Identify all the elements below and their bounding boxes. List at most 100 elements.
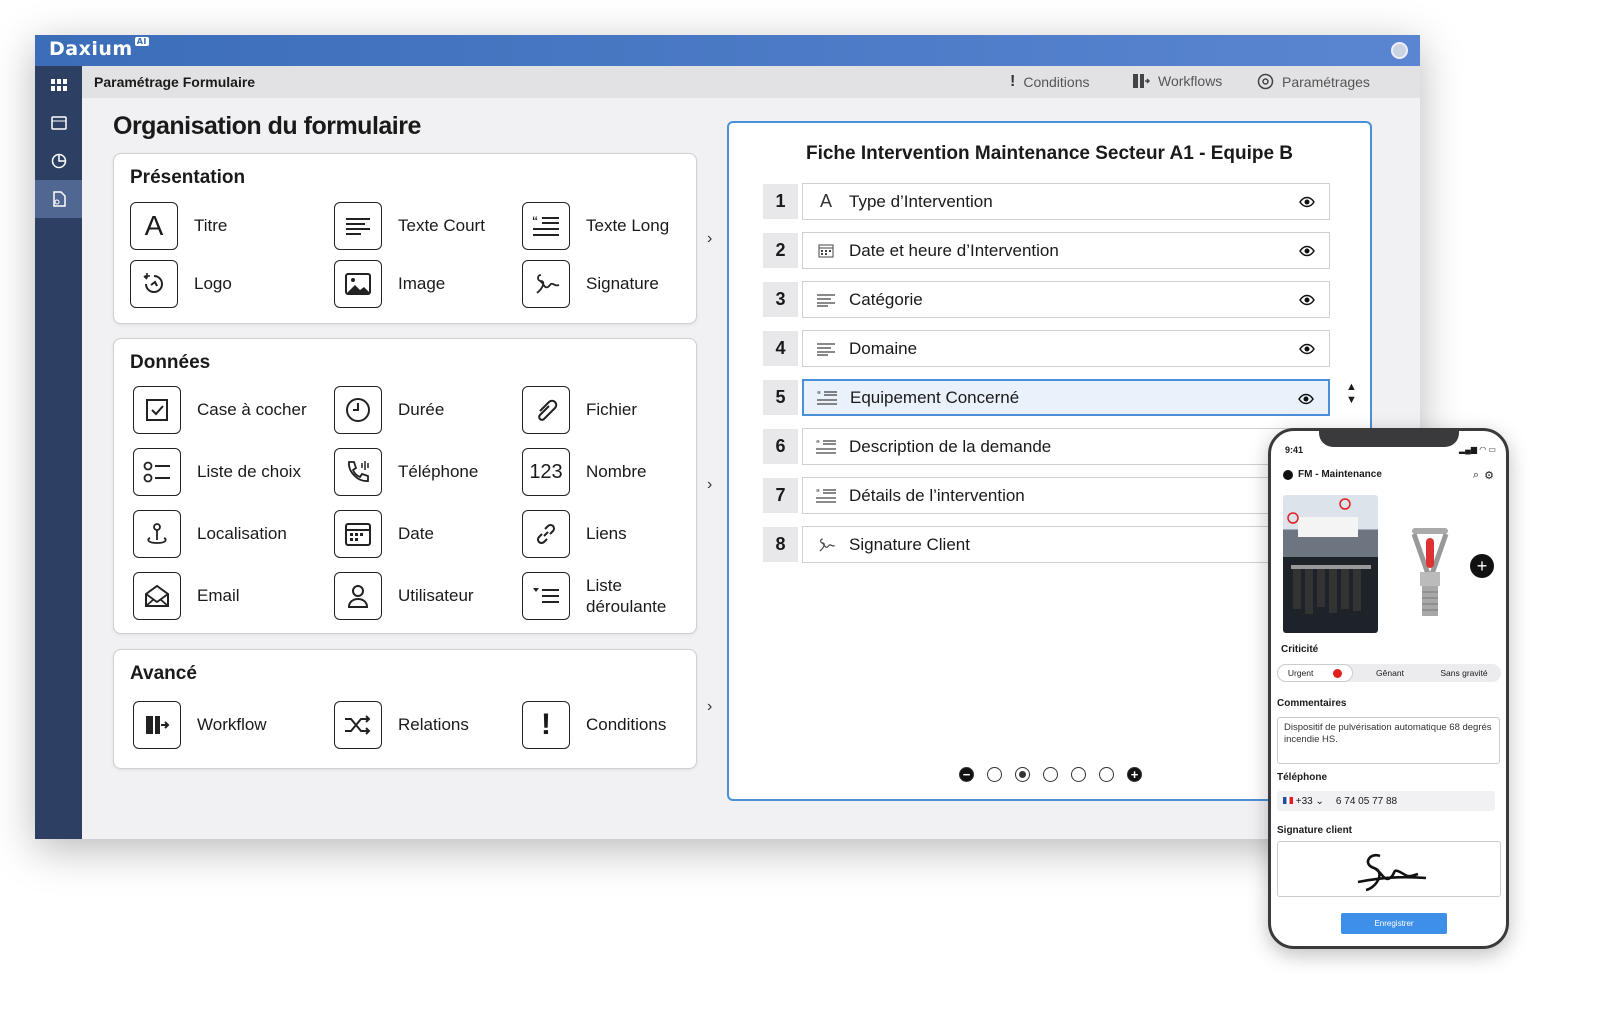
signature-drawing (1357, 853, 1427, 892)
criticite-label: Criticité (1281, 644, 1319, 655)
signature-pad[interactable] (1277, 841, 1501, 897)
expand-donnees-chevron-icon[interactable]: › (707, 476, 712, 494)
remove-page-button[interactable]: − (959, 767, 974, 782)
page-dot[interactable] (1099, 767, 1114, 782)
choice-list-icon (133, 448, 181, 496)
field-type-nombre[interactable]: 123 Nombre (522, 448, 646, 496)
field-type-liens[interactable]: Liens (522, 510, 627, 558)
eye-icon[interactable] (1298, 390, 1314, 410)
status-time: 9:41 (1285, 445, 1304, 455)
page-dot-selected[interactable] (1015, 767, 1030, 782)
phone-preview: 9:41 ▂▄▆ ◠ ▭ FM - Maintenance ⌕ ⚙ + Crit… (1268, 428, 1509, 949)
logo-icon (130, 260, 178, 308)
section-title: Avancé (130, 663, 197, 684)
field-type-signature[interactable]: Signature (522, 260, 659, 308)
page-dot[interactable] (1043, 767, 1058, 782)
reorder-arrows-icon[interactable]: ▲ ▼ (1346, 381, 1357, 407)
expand-avance-chevron-icon[interactable]: › (707, 698, 712, 716)
option-urgent[interactable]: Urgent (1277, 664, 1353, 682)
chart-nav-icon[interactable] (35, 142, 82, 180)
field-type-titre[interactable]: A Titre (130, 202, 227, 250)
phone-notch (1319, 431, 1459, 447)
search-icon[interactable]: ⌕ (1473, 469, 1479, 482)
eye-icon[interactable] (1299, 291, 1315, 311)
add-photo-button[interactable]: + (1470, 554, 1494, 578)
tab-parametrages[interactable]: Paramétrages (1257, 73, 1370, 90)
tab-conditions[interactable]: ! Conditions (1010, 73, 1089, 91)
apps-grid-icon[interactable] (35, 66, 82, 104)
letter-a-icon: A (130, 202, 178, 250)
field-type-liste-deroulante[interactable]: Liste déroulante (522, 572, 682, 620)
country-selector[interactable]: +33 ⌄ (1283, 796, 1324, 807)
shuffle-icon (334, 701, 382, 749)
field-type-telephone[interactable]: Téléphone (334, 448, 478, 496)
signature-label: Signature client (1277, 825, 1353, 836)
option-genant[interactable]: Gênant (1353, 668, 1427, 678)
field-type-texte-long[interactable]: “Texte Long (522, 202, 669, 250)
form-field-row[interactable]: A Type d’Intervention (802, 183, 1330, 220)
calendar-icon (334, 510, 382, 558)
phone-header: FM - Maintenance (1283, 469, 1382, 480)
eye-icon[interactable] (1299, 340, 1315, 360)
form-field-row[interactable]: “Détails de l’intervention (802, 477, 1330, 514)
phone-field[interactable]: +33 ⌄ 6 74 05 77 88 (1277, 791, 1495, 811)
link-icon (522, 510, 570, 558)
phone-number-value: 6 74 05 77 88 (1335, 795, 1398, 807)
phone-icon (334, 448, 382, 496)
checkbox-icon (133, 386, 181, 434)
field-type-fichier[interactable]: Fichier (522, 386, 637, 434)
tab-workflows[interactable]: Workflows (1132, 73, 1222, 89)
number-icon: 123 (522, 448, 570, 496)
user-avatar-icon[interactable] (1391, 42, 1408, 59)
exclamation-icon: ! (522, 701, 570, 749)
user-icon (334, 572, 382, 620)
eye-icon[interactable] (1299, 193, 1315, 213)
page-dot[interactable] (987, 767, 1002, 782)
calendar-nav-icon[interactable] (35, 104, 82, 142)
form-field-row[interactable]: Catégorie (802, 281, 1330, 318)
app-window: Daxium AI Paramétrage Formulaire ! Conditi… (35, 35, 1420, 839)
svg-text:“: “ (816, 439, 820, 448)
form-field-row[interactable]: Signature Client (802, 526, 1330, 563)
field-type-conditions[interactable]: ! Conditions (522, 701, 666, 749)
field-type-liste-de-choix[interactable]: Liste de choix (133, 448, 301, 496)
field-type-workflow[interactable]: Workflow (133, 701, 267, 749)
form-field-row-selected[interactable]: “Equipement Concerné (802, 379, 1330, 416)
option-sans-gravite[interactable]: Sans gravité (1427, 668, 1501, 678)
field-type-relations[interactable]: Relations (334, 701, 469, 749)
field-type-date[interactable]: Date (334, 510, 434, 558)
field-number: 8 (763, 527, 798, 562)
long-text-icon: “ (803, 439, 849, 455)
comments-textarea[interactable]: Dispositif de pulvérisation automatique … (1277, 717, 1500, 764)
field-type-texte-court[interactable]: Texte Court (334, 202, 485, 250)
field-type-logo[interactable]: Logo (130, 260, 232, 308)
save-button[interactable]: Enregistrer (1341, 913, 1447, 934)
form-nav-icon[interactable] (35, 180, 82, 218)
expand-presentation-chevron-icon[interactable]: › (707, 230, 712, 248)
field-type-localisation[interactable]: Localisation (133, 510, 287, 558)
field-type-case-a-cocher[interactable]: Case à cocher (133, 386, 307, 434)
field-type-duree[interactable]: Durée (334, 386, 444, 434)
field-number: 6 (763, 429, 798, 464)
form-field-row[interactable]: Date et heure d’Intervention (802, 232, 1330, 269)
back-icon[interactable] (1283, 469, 1293, 480)
add-page-button[interactable]: + (1127, 767, 1142, 782)
sprinkler-image (1411, 528, 1449, 616)
field-type-email[interactable]: Email (133, 572, 240, 620)
form-field-row[interactable]: Domaine (802, 330, 1330, 367)
field-number: 4 (763, 331, 798, 366)
svg-text:“: “ (817, 390, 821, 399)
image-icon (334, 260, 382, 308)
form-field-row[interactable]: “Description de la demande (802, 428, 1330, 465)
field-type-utilisateur[interactable]: Utilisateur (334, 572, 474, 620)
page-dot[interactable] (1071, 767, 1086, 782)
clock-icon (334, 386, 382, 434)
location-icon (133, 510, 181, 558)
svg-text:“: “ (816, 488, 820, 497)
eye-icon[interactable] (1299, 242, 1315, 262)
workflow-icon (133, 701, 181, 749)
field-type-image[interactable]: Image (334, 260, 445, 308)
settings-icon[interactable]: ⚙ (1484, 469, 1494, 482)
page-title: Organisation du formulaire (113, 112, 421, 140)
section-title: Données (130, 352, 211, 373)
